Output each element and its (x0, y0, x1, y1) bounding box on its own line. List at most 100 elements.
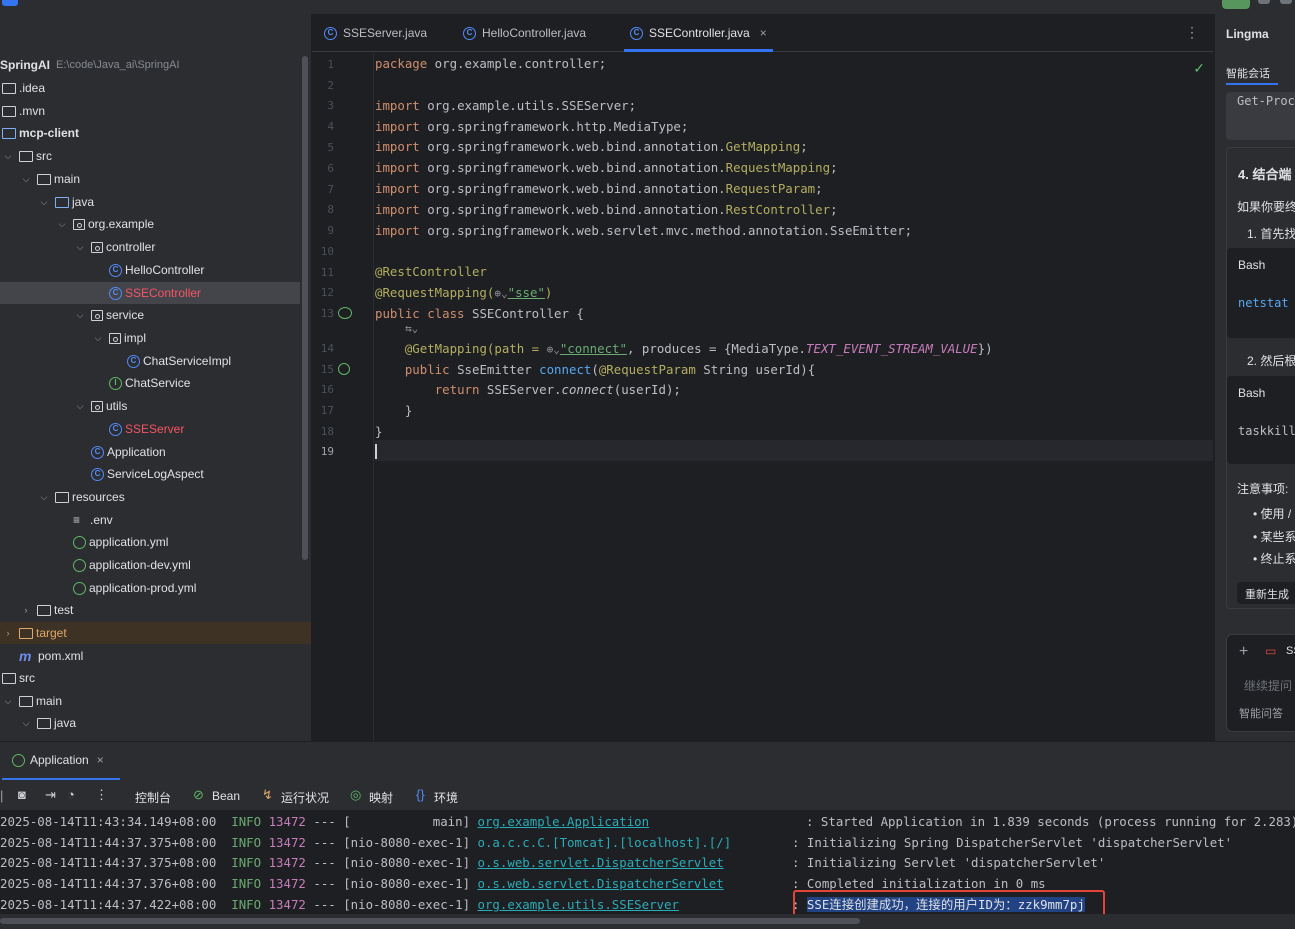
tree-item-application-dev-yml[interactable]: application-dev.yml (73, 554, 311, 576)
chevron-down-icon[interactable]: ⌵ (21, 174, 31, 184)
code-area[interactable]: package org.example.controller; import o… (375, 53, 1213, 741)
line-number: 7 (327, 183, 334, 196)
line-number: 4 (327, 120, 334, 133)
chevron-down-icon[interactable]: ⌵ (75, 242, 85, 252)
tree-root[interactable]: SpringAI E:\code\Java_ai\SpringAI (0, 54, 300, 76)
tree-item-idea[interactable]: .idea (2, 77, 302, 99)
tree-item-org-example[interactable]: ⌵ org.example (57, 213, 311, 235)
run-button[interactable] (1222, 0, 1250, 9)
tree-item-src-root[interactable]: src (2, 667, 302, 689)
tab-bean[interactable]: Bean (212, 789, 240, 803)
chevron-right-icon[interactable]: › (3, 628, 13, 638)
tree-item-label: application-prod.yml (89, 581, 197, 595)
line-number: 9 (327, 224, 334, 237)
tree-item-application-yml[interactable]: application.yml (73, 531, 311, 553)
tree-item-controller[interactable]: ⌵ controller (75, 236, 311, 258)
tree-item-label: SSEServer (125, 422, 185, 436)
chevron-down-icon[interactable]: ⌵ (3, 696, 13, 706)
restore-layout-icon[interactable]: ⇥ (45, 787, 56, 803)
chevron-down-icon[interactable]: ⌵ (39, 197, 49, 207)
close-tab-icon[interactable]: × (760, 26, 767, 40)
tab-health[interactable]: 运行状况 (281, 789, 329, 806)
inlay-hint[interactable]: ⇆⌄ (405, 321, 418, 335)
run-tab-application[interactable]: Application × (0, 742, 120, 780)
chevron-right-icon[interactable]: › (21, 605, 31, 615)
chevron-down-icon[interactable]: ⌵ (75, 401, 85, 411)
tab-mappings[interactable]: 映射 (369, 789, 393, 806)
tree-item-chatserviceimpl[interactable]: C ChatServiceImpl (127, 350, 311, 372)
tree-item-java[interactable]: ⌵ java (39, 191, 311, 213)
tree-item-java-root[interactable]: ⌵ java (21, 712, 311, 734)
tree-item-utils[interactable]: ⌵ utils (75, 395, 311, 417)
more-icon[interactable]: ⋮ (95, 787, 108, 803)
app-logo-icon (2, 0, 18, 6)
code-snippet: netstat (1238, 296, 1289, 310)
globe-icon[interactable]: ⊕⌄ (494, 287, 507, 300)
tree-item-hellocontroller[interactable]: C HelloController (109, 259, 311, 281)
mode-select[interactable]: 智能问答 (1239, 705, 1283, 721)
tab-sseserver[interactable]: C SSEServer.java (324, 14, 427, 52)
bean-gutter-icon[interactable] (338, 307, 352, 319)
tab-ssecontroller[interactable]: C SSEController.java × (624, 14, 773, 52)
tree-item-impl[interactable]: ⌵ impl (93, 327, 311, 349)
tree-item-service[interactable]: ⌵ service (75, 304, 311, 326)
add-icon[interactable]: + (1239, 643, 1248, 661)
tree-item-target[interactable]: › target (0, 622, 311, 644)
tree-item-mvn[interactable]: .mvn (2, 100, 302, 122)
log-line: 2025-08-14T11:44:37.375+08:00 INFO 13472… (0, 835, 732, 850)
globe-icon[interactable]: ⊕⌄ (547, 343, 560, 356)
line-gutter: 1 2 3 4 5 6 7 8 9 10 11 12 13 14 15 16 1… (312, 53, 374, 741)
screenshot-icon[interactable]: ◙ (18, 787, 26, 802)
dashboard-icon[interactable]: ◔ (67, 787, 75, 802)
tab-smart-chat[interactable]: 智能会话 (1226, 65, 1278, 85)
tree-item-test[interactable]: › test (21, 599, 311, 621)
context-icon[interactable]: ▭ (1265, 644, 1276, 658)
chevron-down-icon[interactable]: ⌵ (3, 151, 13, 161)
chevron-down-icon[interactable]: ⌵ (93, 333, 103, 343)
console-horizontal-scrollbar[interactable] (0, 914, 1295, 929)
debug-button[interactable] (1258, 0, 1270, 4)
tab-environment[interactable]: 环境 (434, 789, 458, 806)
log-line: 2025-08-14T11:44:37.375+08:00 INFO 13472… (0, 855, 724, 870)
tab-console[interactable]: 控制台 (135, 789, 171, 806)
more-tabs-icon[interactable]: ⋮ (1185, 24, 1199, 41)
chevron-down-icon[interactable]: ⌵ (57, 219, 67, 229)
folder-icon (37, 717, 51, 729)
tree-item-main[interactable]: ⌵ main (21, 168, 311, 190)
chevron-down-icon[interactable]: ⌵ (39, 492, 49, 502)
context-label: SS (1286, 645, 1295, 657)
scrollbar-thumb[interactable] (0, 918, 860, 924)
tree-item-ssecontroller[interactable]: C SSEController (0, 282, 300, 304)
tree-item-mcp-client[interactable]: mcp-client (2, 122, 302, 144)
endpoint-gutter-icon[interactable] (338, 363, 350, 375)
chat-input-box[interactable]: + ▭ SS 继续提问 智能问答 (1226, 634, 1295, 732)
tree-item-main-root[interactable]: ⌵ main (3, 690, 303, 712)
code-snippet: Get-Proc (1237, 94, 1295, 108)
tree-item-chatservice[interactable]: I ChatService (109, 372, 311, 394)
tree-item-env[interactable]: ≡ .env (73, 509, 311, 531)
more-actions-button[interactable] (1280, 0, 1292, 4)
tree-item-label: main (36, 694, 63, 708)
project-path: E:\code\Java_ai\SpringAI (56, 59, 180, 71)
tree-item-application[interactable]: C Application (91, 441, 311, 463)
tree-item-servicelogaspect[interactable]: C ServiceLogAspect (91, 463, 311, 485)
package-icon (109, 332, 121, 344)
chevron-down-icon[interactable]: ⌵ (21, 718, 31, 728)
tree-item-resources[interactable]: ⌵ resources (39, 486, 311, 508)
class-icon: C (91, 467, 104, 481)
tab-hellocontroller[interactable]: C HelloController.java (463, 14, 586, 52)
close-tab-icon[interactable]: × (97, 753, 104, 767)
code-line: public SseEmitter connect(@RequestParam … (404, 362, 816, 377)
stop-icon[interactable]: | (0, 788, 3, 803)
tree-item-sseserver[interactable]: C SSEServer (109, 418, 311, 440)
tree-item-label: java (72, 195, 95, 209)
no-problems-check-icon[interactable]: ✓ (1193, 60, 1205, 77)
regenerate-button[interactable]: 重新生成 (1237, 582, 1295, 604)
tree-item-src[interactable]: ⌵ src (3, 145, 303, 167)
chevron-down-icon[interactable]: ⌵ (75, 310, 85, 320)
tree-item-pom-xml[interactable]: m pom.xml (19, 645, 311, 667)
answer-text: 注意事项: (1237, 482, 1289, 496)
log-message: : Started Application in 1.839 seconds (… (806, 814, 1295, 829)
tree-item-application-prod-yml[interactable]: application-prod.yml (73, 577, 311, 599)
interface-icon: I (109, 376, 122, 390)
